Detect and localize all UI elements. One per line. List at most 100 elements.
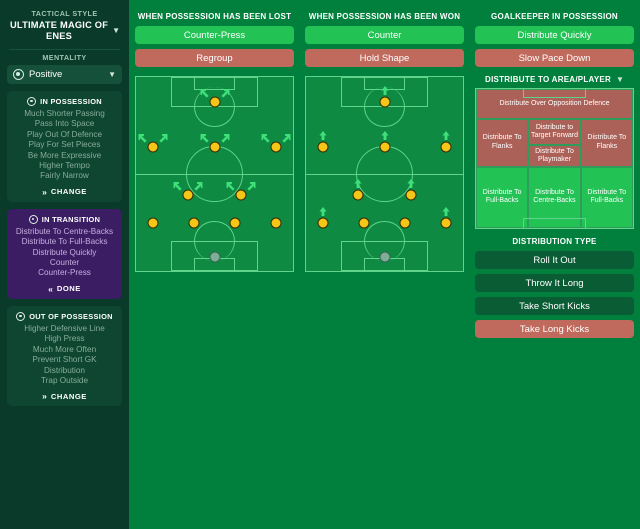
- phase-instruction: Play For Set Pieces: [28, 140, 101, 150]
- counter-press-pitch[interactable]: [135, 76, 294, 272]
- goalkeeper-marker[interactable]: [379, 251, 390, 263]
- double-chevron-right-icon: »: [42, 391, 47, 402]
- done-in-transition-button[interactable]: « DONE: [11, 284, 118, 294]
- phase-instruction: Counter: [49, 258, 80, 268]
- movement-arrow-up-right: [281, 130, 291, 148]
- player-marker[interactable]: [358, 217, 370, 228]
- player-marker[interactable]: [399, 217, 411, 228]
- button-label: CHANGE: [50, 187, 87, 197]
- phase-title: OUT OF POSSESSION: [29, 311, 113, 321]
- phase-header: IN TRANSITION: [11, 214, 118, 224]
- distribution-area-cell[interactable]: Distribute To Playmaker: [528, 145, 581, 167]
- phase-title: IN TRANSITION: [41, 214, 101, 224]
- cell-label: Distribute To Flanks: [587, 134, 627, 150]
- player-marker[interactable]: [405, 189, 417, 201]
- possession-icon: [27, 97, 37, 106]
- phase-in-possession[interactable]: IN POSSESSION Much Shorter Passing Pass …: [7, 91, 122, 202]
- option-hold-shape[interactable]: Hold Shape: [305, 49, 464, 67]
- player-marker[interactable]: [229, 217, 241, 228]
- chevron-down-icon[interactable]: ▼: [616, 75, 624, 84]
- option-counter-press[interactable]: Counter-Press: [135, 26, 294, 44]
- player-marker[interactable]: [147, 217, 159, 228]
- goalkeeper-marker[interactable]: [209, 251, 220, 263]
- chevron-down-icon[interactable]: ▼: [108, 70, 116, 79]
- movement-arrow-up-right: [220, 85, 229, 103]
- phase-instruction: Higher Tempo: [39, 161, 90, 171]
- six-yard-top: [523, 88, 586, 99]
- player-marker[interactable]: [379, 141, 390, 153]
- distribution-type-roll-it-out[interactable]: Roll It Out: [475, 251, 634, 269]
- phase-instruction: Distribution: [44, 365, 85, 375]
- phase-instruction: High Press: [44, 334, 85, 344]
- phase-instruction: Distribute Quickly: [32, 247, 97, 257]
- player-marker[interactable]: [317, 217, 329, 228]
- change-out-of-possession-button[interactable]: » CHANGE: [11, 391, 118, 401]
- movement-arrow-up-right: [193, 178, 203, 196]
- counter-pitch[interactable]: [305, 76, 464, 272]
- movement-arrow-up-right: [159, 130, 168, 148]
- player-marker[interactable]: [440, 141, 452, 153]
- mentality-selector[interactable]: Positive ▼: [7, 65, 122, 84]
- phase-header: IN POSSESSION: [11, 97, 118, 106]
- phase-instruction: Much More Often: [32, 344, 97, 354]
- option-distribute-quickly[interactable]: Distribute Quickly: [475, 26, 634, 44]
- distribute-area-header[interactable]: DISTRIBUTE TO AREA/PLAYER ▼: [475, 75, 634, 84]
- phase-instruction: Play Out Of Defence: [26, 129, 103, 139]
- column-possession-lost: WHEN POSSESSION HAS BEEN LOST Counter-Pr…: [135, 0, 294, 272]
- centre-circle: [356, 145, 413, 203]
- movement-arrow-up-left: [200, 130, 209, 148]
- movement-arrow-up-left: [200, 85, 209, 103]
- phase-in-transition[interactable]: IN TRANSITION Distribute To Centre-Backs…: [7, 208, 122, 299]
- column-goalkeeper: GOALKEEPER IN POSSESSION Distribute Quic…: [475, 0, 634, 338]
- column-title: GOALKEEPER IN POSSESSION: [491, 12, 618, 21]
- player-marker[interactable]: [235, 189, 247, 201]
- button-label: DONE: [56, 284, 81, 294]
- movement-arrow-up-left: [138, 130, 148, 148]
- distribution-type-take-short-kicks[interactable]: Take Short Kicks: [475, 297, 634, 315]
- player-marker[interactable]: [209, 141, 220, 153]
- option-slow-pace-down[interactable]: Slow Pace Down: [475, 49, 634, 67]
- distribution-area-grid[interactable]: Distribute Over Opposition Defence Distri…: [475, 88, 634, 229]
- player-marker[interactable]: [188, 217, 200, 228]
- tactical-style-selector[interactable]: ULTIMATE MAGIC OF ENES ▼: [7, 20, 122, 42]
- distribution-area-cell[interactable]: Distribute To Flanks: [476, 118, 529, 167]
- phase-instruction: Be More Expressive: [27, 150, 102, 160]
- distribution-area-cell[interactable]: Distribute To Flanks: [580, 118, 633, 167]
- player-marker[interactable]: [270, 217, 282, 228]
- movement-arrow-up-right: [220, 130, 229, 148]
- player-marker[interactable]: [440, 217, 452, 228]
- distribution-area-cell[interactable]: Distribute To Full-Backs: [476, 166, 529, 228]
- tactics-screen: TACTICAL STYLE ULTIMATE MAGIC OF ENES ▼ …: [0, 0, 640, 529]
- movement-arrow-up-left: [173, 178, 182, 196]
- phase-instruction: Distribute To Full-Backs: [21, 237, 108, 247]
- option-counter[interactable]: Counter: [305, 26, 464, 44]
- player-marker[interactable]: [379, 96, 390, 108]
- distribution-type-throw-it-long[interactable]: Throw It Long: [475, 274, 634, 292]
- phase-instruction: Prevent Short GK: [32, 355, 97, 365]
- cell-label: Distribute To Flanks: [482, 134, 522, 150]
- player-marker[interactable]: [352, 189, 364, 201]
- distribution-type-take-long-kicks[interactable]: Take Long Kicks: [475, 320, 634, 338]
- mentality-label: MENTALITY: [42, 53, 87, 62]
- phase-title: IN POSSESSION: [40, 97, 102, 106]
- double-chevron-left-icon: «: [48, 283, 53, 294]
- player-marker[interactable]: [209, 96, 220, 108]
- phase-out-of-possession[interactable]: OUT OF POSSESSION Higher Defensive Line …: [7, 305, 122, 407]
- player-marker[interactable]: [182, 189, 194, 201]
- player-marker[interactable]: [147, 141, 159, 153]
- phase-instruction: Counter-Press: [38, 268, 91, 278]
- cell-label: Distribute Over Opposition Defence: [499, 99, 610, 107]
- column-title: WHEN POSSESSION HAS BEEN WON: [308, 12, 461, 21]
- change-in-possession-button[interactable]: » CHANGE: [11, 187, 118, 197]
- distribution-area-cell[interactable]: Distribute to Target Forward: [528, 118, 581, 146]
- section-title: DISTRIBUTE TO AREA/PLAYER: [485, 75, 612, 84]
- movement-arrow-up-left: [261, 130, 270, 148]
- phase-instruction: Fairly Narrow: [40, 171, 89, 181]
- player-marker[interactable]: [270, 141, 282, 153]
- player-marker[interactable]: [317, 141, 329, 153]
- chevron-down-icon[interactable]: ▼: [112, 27, 120, 35]
- movement-arrow-up-left: [226, 178, 236, 196]
- phase-instruction: Much Shorter Passing: [24, 109, 105, 118]
- option-regroup[interactable]: Regroup: [135, 49, 294, 67]
- distribution-area-cell[interactable]: Distribute To Full-Backs: [580, 166, 633, 228]
